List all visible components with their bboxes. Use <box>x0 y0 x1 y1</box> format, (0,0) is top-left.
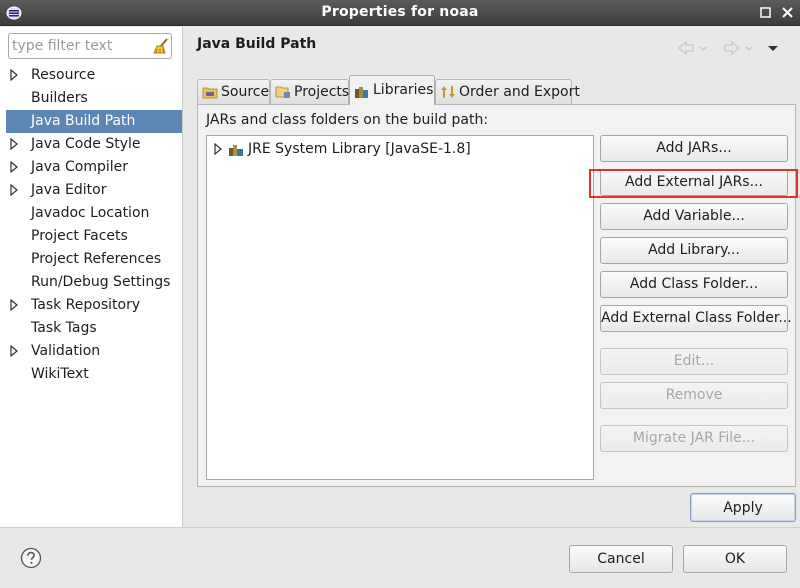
filter-box <box>8 33 172 59</box>
title-bar[interactable]: Properties for noaa <box>0 0 800 26</box>
sidebar-item-project-references[interactable]: Project References <box>0 248 182 271</box>
remove-button[interactable]: Remove <box>600 382 788 409</box>
back-dropdown-icon[interactable] <box>698 38 708 58</box>
sidebar-item-label: Task Tags <box>31 320 97 336</box>
sidebar-item-label: Java Build Path <box>31 113 136 129</box>
tab-label: Libraries <box>373 82 434 98</box>
tab-source[interactable]: Source <box>197 79 270 104</box>
add-class-folder-button[interactable]: Add Class Folder... <box>600 271 788 298</box>
sidebar-item-java-compiler[interactable]: Java Compiler <box>0 156 182 179</box>
sidebar-item-label: Java Compiler <box>31 159 129 175</box>
jre-library-icon <box>229 145 243 156</box>
sidebar-item-builders[interactable]: Builders <box>0 87 182 110</box>
tab-label: Projects <box>294 83 350 100</box>
add-jars-button[interactable]: Add JARs... <box>600 135 788 162</box>
expand-arrow-icon[interactable] <box>213 143 223 155</box>
expand-arrow-icon[interactable] <box>9 69 19 81</box>
sidebar-item-run-debug-settings[interactable]: Run/Debug Settings <box>0 271 182 294</box>
forward-dropdown-icon[interactable] <box>744 38 754 58</box>
property-page: Java Build Path Source Projects Librarie… <box>184 27 800 527</box>
sidebar-item-java-editor[interactable]: Java Editor <box>0 179 182 202</box>
tab-projects[interactable]: Projects <box>270 79 349 104</box>
tab-bar: Source Projects Libraries Order and Expo… <box>197 75 580 105</box>
expand-arrow-icon[interactable] <box>9 161 19 173</box>
close-icon[interactable] <box>780 5 796 21</box>
sidebar-item-label: Builders <box>31 90 88 106</box>
back-arrow-icon[interactable] <box>676 38 696 58</box>
build-path-tree[interactable]: JRE System Library [JavaSE-1.8] <box>206 135 594 480</box>
sidebar-item-java-code-style[interactable]: Java Code Style <box>0 133 182 156</box>
libraries-icon <box>355 86 368 98</box>
sidebar-item-label: WikiText <box>31 366 89 382</box>
sidebar-item-validation[interactable]: Validation <box>0 340 182 363</box>
window-title: Properties for noaa <box>321 4 479 20</box>
sidebar-item-task-tags[interactable]: Task Tags <box>0 317 182 340</box>
cancel-button[interactable]: Cancel <box>569 545 673 573</box>
panel-caption: JARs and class folders on the build path… <box>206 112 489 128</box>
add-external-jars-button[interactable]: Add External JARs... <box>600 169 788 196</box>
sidebar-item-label: Java Editor <box>31 182 107 198</box>
sidebar-item-task-repository[interactable]: Task Repository <box>0 294 182 317</box>
properties-dialog: Properties for noaa Resource Builders <box>0 0 800 588</box>
sidebar-item-label: Validation <box>31 343 101 359</box>
sidebar-item-project-facets[interactable]: Project Facets <box>0 225 182 248</box>
sidebar-item-label: Javadoc Location <box>31 205 150 221</box>
order-export-icon <box>441 86 455 98</box>
sidebar-item-label: Project References <box>31 251 162 267</box>
filter-input[interactable] <box>12 36 148 56</box>
tab-order-and-export[interactable]: Order and Export <box>435 79 580 104</box>
category-pane: Resource Builders Java Build Path Java C… <box>0 27 183 527</box>
expand-arrow-icon[interactable] <box>9 138 19 150</box>
expand-arrow-icon[interactable] <box>9 345 19 357</box>
edit-button[interactable]: Edit... <box>600 348 788 375</box>
tab-label: Source <box>221 83 270 100</box>
help-icon[interactable] <box>20 547 42 569</box>
page-title: Java Build Path <box>197 36 317 52</box>
apply-button[interactable]: Apply <box>690 493 796 522</box>
ok-button[interactable]: OK <box>683 545 787 573</box>
sidebar-item-resource[interactable]: Resource <box>0 64 182 87</box>
sidebar-item-label: Run/Debug Settings <box>31 274 171 290</box>
list-item[interactable]: JRE System Library [JavaSE-1.8] <box>207 139 587 159</box>
add-library-button[interactable]: Add Library... <box>600 237 788 264</box>
tab-libraries[interactable]: Libraries <box>349 75 435 105</box>
expand-arrow-icon[interactable] <box>9 299 19 311</box>
sidebar-item-javadoc-location[interactable]: Javadoc Location <box>0 202 182 225</box>
migrate-jar-file-button[interactable]: Migrate JAR File... <box>600 425 788 452</box>
library-label: JRE System Library [JavaSE-1.8] <box>248 141 471 157</box>
sidebar-item-label: Project Facets <box>31 228 128 244</box>
add-external-class-folder-button[interactable]: Add External Class Folder... <box>600 305 792 332</box>
view-menu-icon[interactable] <box>766 38 780 58</box>
dialog-button-bar: Cancel OK <box>0 527 800 588</box>
source-folder-icon <box>202 87 218 99</box>
add-variable-button[interactable]: Add Variable... <box>600 203 788 230</box>
sidebar-item-java-build-path[interactable]: Java Build Path <box>6 110 182 133</box>
page-navigation <box>674 38 794 58</box>
maximize-icon[interactable] <box>758 5 774 21</box>
clear-filter-icon[interactable] <box>152 37 170 55</box>
projects-icon <box>275 86 290 98</box>
expand-arrow-icon[interactable] <box>9 184 19 196</box>
forward-arrow-icon[interactable] <box>722 38 742 58</box>
category-tree: Resource Builders Java Build Path Java C… <box>0 64 182 386</box>
sidebar-item-label: Task Repository <box>31 297 141 313</box>
sidebar-item-label: Java Code Style <box>31 136 141 152</box>
sidebar-item-wikitext[interactable]: WikiText <box>0 363 182 386</box>
libraries-panel: JARs and class folders on the build path… <box>197 104 796 487</box>
tab-label: Order and Export <box>459 83 580 100</box>
sidebar-item-label: Resource <box>31 67 96 83</box>
